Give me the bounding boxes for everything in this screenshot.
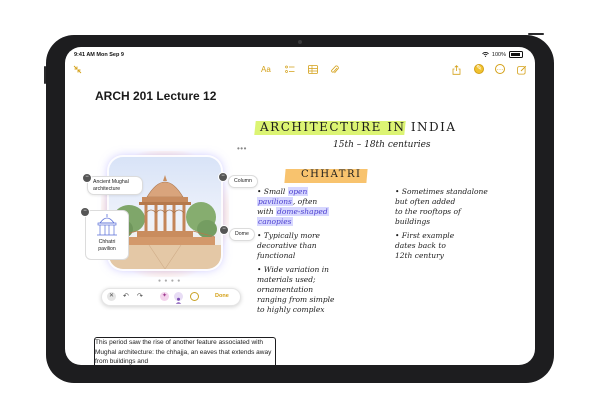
handwritten-centuries[interactable]: 15th – 18th centuries (333, 140, 431, 150)
top-button (528, 33, 544, 35)
hw-right-line-5: • First example (395, 231, 455, 240)
image-tools-bar: ✕ ↶ ↷ ✦ Done (101, 288, 241, 306)
hw-line-5: • Typically more (257, 231, 320, 240)
handwritten-right-notes[interactable]: • Sometimes standalone but often added t… (395, 187, 488, 261)
callout-chhatri-pavilion: Chhatri pavilion (98, 239, 116, 252)
callout-ancient-mughal: Ancient Mughal architecture (87, 176, 143, 195)
hw-right-line-7: 12th century (395, 251, 444, 260)
battery-percent: 100% (491, 51, 506, 58)
hw-line-7: functional (257, 251, 296, 260)
remove-callout-chhatri[interactable]: − (80, 207, 90, 217)
redo-icon[interactable]: ↷ (137, 292, 143, 302)
more-icon[interactable]: … (495, 64, 505, 74)
hw-right-line-2: but often added (395, 197, 456, 206)
remove-callout-dome[interactable]: − (219, 225, 229, 235)
person-icon[interactable] (174, 292, 183, 304)
pencil-tip-icon[interactable]: ✎ (474, 64, 484, 74)
hw-right-line-6: dates back to (395, 241, 446, 250)
notes-screen: 9:41 AM Mon Sep 9 100% Aa ✎ … ARCH 201 L… (65, 47, 535, 365)
hw-line-3: with dome-shaped (257, 207, 329, 216)
style-icon[interactable] (190, 292, 199, 301)
wifi-icon (482, 52, 489, 57)
hw-right-line-3: to the rooftops of (395, 207, 461, 216)
hw-right-line-4: buildings (395, 217, 431, 226)
compose-icon[interactable] (517, 65, 527, 75)
hw-line-12: to highly complex (257, 305, 325, 314)
image-more-button[interactable]: ••• (237, 144, 247, 153)
notes-toolbar: Aa ✎ … (65, 61, 535, 79)
share-icon[interactable] (452, 65, 461, 75)
front-camera (298, 40, 302, 44)
checklist-icon[interactable] (285, 65, 295, 74)
clear-icon[interactable]: ✕ (107, 292, 116, 301)
collapse-icon[interactable] (73, 65, 82, 74)
remove-callout-ancient[interactable]: − (82, 173, 92, 183)
table-icon[interactable] (308, 65, 318, 74)
sketch-pavilion-icon (97, 214, 117, 236)
chhatri-sketch-card: Chhatri pavilion (85, 210, 129, 260)
hw-line-9: materials used; (257, 275, 316, 284)
battery-icon (509, 51, 523, 58)
hw-line-4: canopies (257, 217, 293, 226)
callout-column: Column (228, 175, 258, 188)
status-time: 9:41 AM Mon Sep 9 (74, 52, 124, 58)
text-selection-frame (94, 337, 276, 365)
callout-dome: Dome (229, 228, 255, 241)
remove-callout-column[interactable]: − (218, 172, 228, 182)
sparkle-icon[interactable]: ✦ (160, 292, 169, 301)
handwritten-left-notes[interactable]: • Small open pavilions, often with dome-… (257, 187, 334, 315)
hw-line-2: pavilions, often (257, 197, 318, 206)
status-bar: 9:41 AM Mon Sep 9 100% (65, 47, 535, 61)
status-indicators: 100% (482, 51, 523, 58)
handwritten-title[interactable]: ARCHITECTURE IN INDIA (260, 120, 457, 134)
hw-line-1: • Small open (257, 187, 309, 196)
hw-right-line-1: • Sometimes standalone (395, 187, 488, 196)
hw-line-6: decorative than (257, 241, 317, 250)
page-indicator: ● ● ● ● (158, 278, 182, 284)
handwritten-chhatri-heading[interactable]: CHHATRI (301, 169, 361, 180)
done-button[interactable]: Done (215, 293, 229, 299)
hw-line-8: • Wide variation in (257, 265, 329, 274)
hw-line-11: ranging from simple (257, 295, 335, 304)
undo-icon[interactable]: ↶ (123, 292, 129, 302)
hw-line-10: ornamentation (257, 285, 314, 294)
attachment-icon[interactable] (331, 65, 339, 75)
note-title[interactable]: ARCH 201 Lecture 12 (95, 89, 216, 103)
text-format-icon[interactable]: Aa (261, 65, 271, 75)
volume-button (44, 66, 46, 84)
